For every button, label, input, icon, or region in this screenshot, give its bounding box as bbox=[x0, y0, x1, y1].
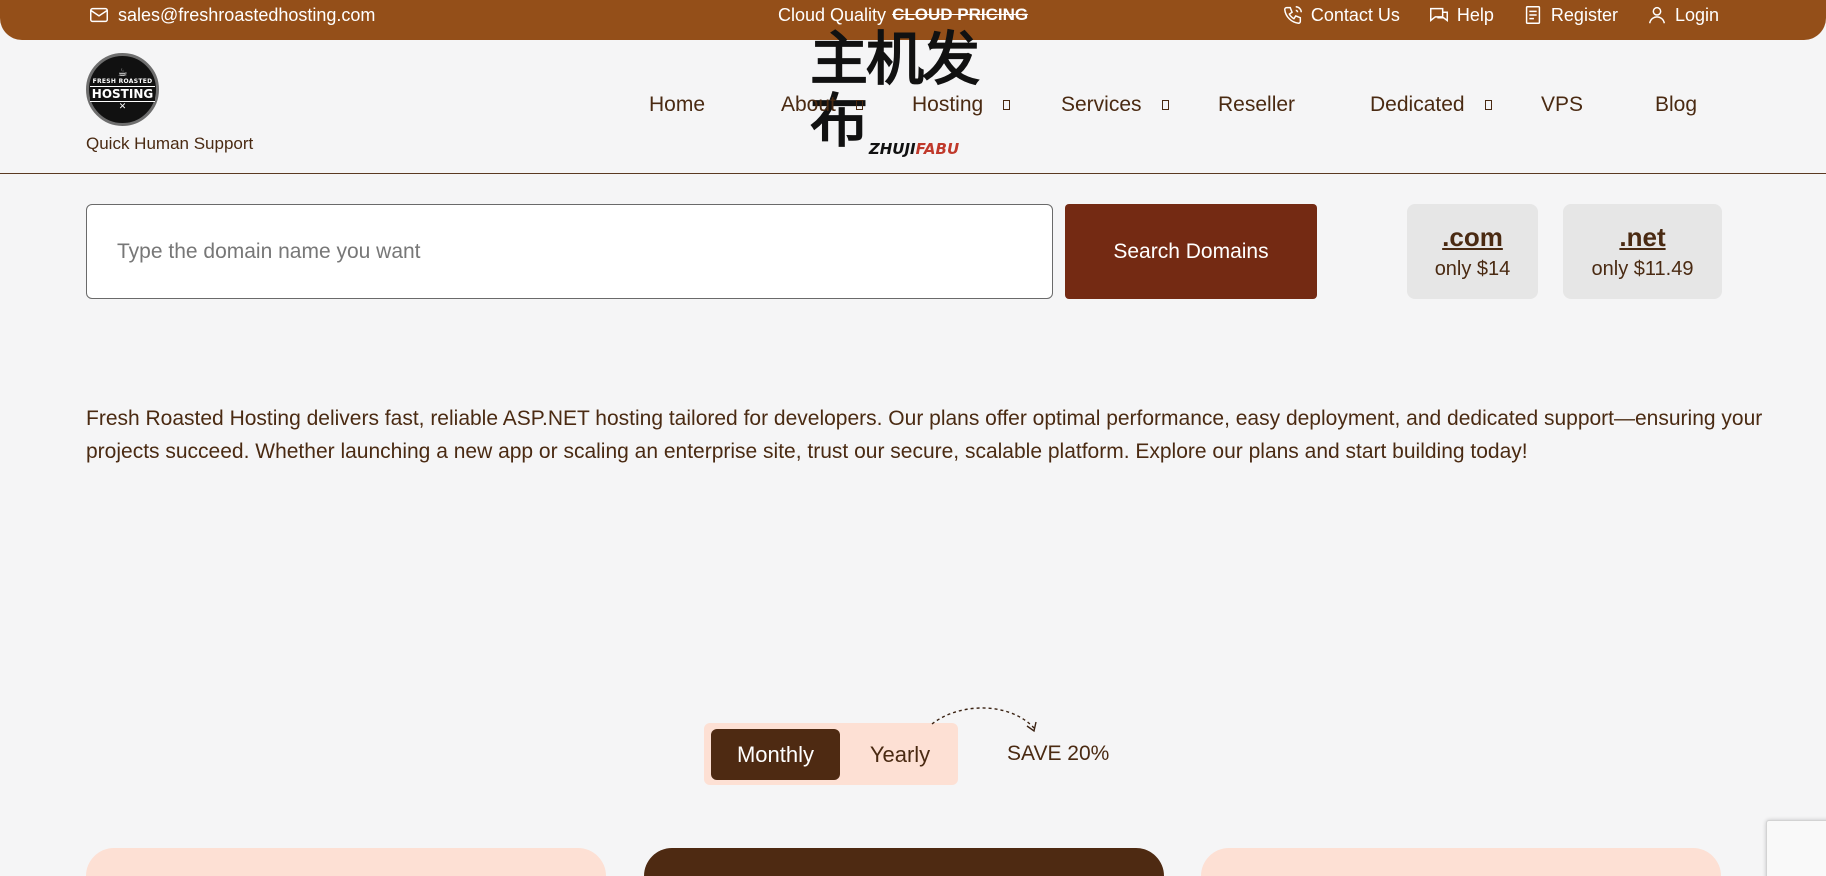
nav-item-blog[interactable]: Blog bbox=[1655, 93, 1697, 117]
promo-text: Cloud Quality CLOUD PRICING bbox=[778, 5, 1028, 26]
dropdown-icon bbox=[855, 100, 863, 110]
plan-card-1 bbox=[86, 848, 606, 876]
nav-label: Services bbox=[1061, 93, 1142, 116]
nav-label: Blog bbox=[1655, 93, 1698, 116]
tld-price: only $14 bbox=[1434, 258, 1511, 280]
dropdown-icon bbox=[1161, 100, 1169, 110]
nav-label: Hosting bbox=[912, 93, 984, 116]
nav-item-reseller[interactable]: Reseller bbox=[1218, 93, 1295, 117]
recaptcha-badge[interactable] bbox=[1766, 820, 1826, 876]
watermark-cn: 主机发布 bbox=[810, 25, 980, 155]
domain-search-input[interactable] bbox=[86, 204, 1053, 299]
plan-card-3 bbox=[1201, 848, 1721, 876]
logo-line1: FRESH ROASTED bbox=[92, 77, 153, 85]
contact-us-link[interactable]: Contact Us bbox=[1282, 4, 1400, 26]
intro-description: Fresh Roasted Hosting delivers fast, rel… bbox=[86, 407, 1763, 463]
nav-item-vps[interactable]: VPS bbox=[1541, 93, 1583, 117]
site-header: ☕ FRESH ROASTED HOSTING ✕ Quick Human Su… bbox=[0, 28, 1826, 174]
dropdown-icon bbox=[1484, 100, 1492, 110]
help-link[interactable]: Help bbox=[1428, 4, 1494, 26]
main-nav: Home About Hosting Services Reseller Ded… bbox=[0, 93, 1826, 123]
coffee-cup-icon: ☕ bbox=[117, 65, 128, 79]
tld-name: .net bbox=[1619, 222, 1666, 252]
top-links: Contact Us Help Register Login bbox=[1282, 4, 1719, 26]
nav-label: Dedicated bbox=[1370, 93, 1465, 116]
watermark-en-a: ZHUJI bbox=[868, 140, 916, 158]
nav-item-hosting[interactable]: Hosting bbox=[912, 93, 1011, 117]
nav-item-dedicated[interactable]: Dedicated bbox=[1370, 93, 1492, 117]
mail-icon bbox=[90, 7, 108, 23]
register-icon bbox=[1525, 6, 1541, 24]
curved-arrow-icon bbox=[931, 707, 1037, 733]
chat-icon bbox=[1429, 7, 1448, 23]
user-icon bbox=[1648, 6, 1666, 24]
login-label: Login bbox=[1674, 4, 1719, 25]
promo-strike: CLOUD PRICING bbox=[892, 5, 1029, 24]
nav-label: VPS bbox=[1541, 93, 1584, 116]
nav-item-home[interactable]: Home bbox=[649, 93, 705, 117]
watermark-en-b: FABU bbox=[915, 140, 960, 158]
nav-label: About bbox=[781, 93, 836, 116]
promo-prefix: Cloud Quality bbox=[778, 5, 887, 25]
nav-label: Reseller bbox=[1218, 93, 1296, 116]
phone-icon bbox=[1283, 6, 1302, 24]
nav-item-about[interactable]: About bbox=[781, 93, 863, 117]
help-label: Help bbox=[1456, 4, 1494, 25]
tagline: Quick Human Support bbox=[86, 134, 254, 153]
tld-com-card[interactable]: .com only $14 bbox=[1407, 204, 1538, 299]
tld-net-card[interactable]: .net only $11.49 bbox=[1563, 204, 1722, 299]
register-label: Register bbox=[1550, 4, 1618, 25]
billing-toggle: Monthly Yearly bbox=[704, 723, 958, 785]
save-percentage-label: SAVE 20% bbox=[1007, 742, 1110, 765]
email-link[interactable]: sales@freshroastedhosting.com bbox=[88, 4, 375, 26]
dropdown-icon bbox=[1003, 100, 1011, 110]
plan-card-2 bbox=[644, 848, 1164, 876]
tld-price: only $11.49 bbox=[1591, 258, 1694, 280]
nav-item-services[interactable]: Services bbox=[1061, 93, 1169, 117]
search-domains-button[interactable]: Search Domains bbox=[1065, 204, 1317, 299]
monthly-toggle-button[interactable]: Monthly bbox=[711, 729, 840, 780]
login-link[interactable]: Login bbox=[1646, 4, 1719, 26]
contact-us-label: Contact Us bbox=[1310, 4, 1400, 25]
register-link[interactable]: Register bbox=[1522, 4, 1618, 26]
nav-label: Home bbox=[649, 93, 706, 116]
watermark-en: ZHUJIFABU bbox=[868, 140, 960, 158]
tld-name: .com bbox=[1442, 222, 1503, 252]
email-text: sales@freshroastedhosting.com bbox=[118, 4, 376, 25]
